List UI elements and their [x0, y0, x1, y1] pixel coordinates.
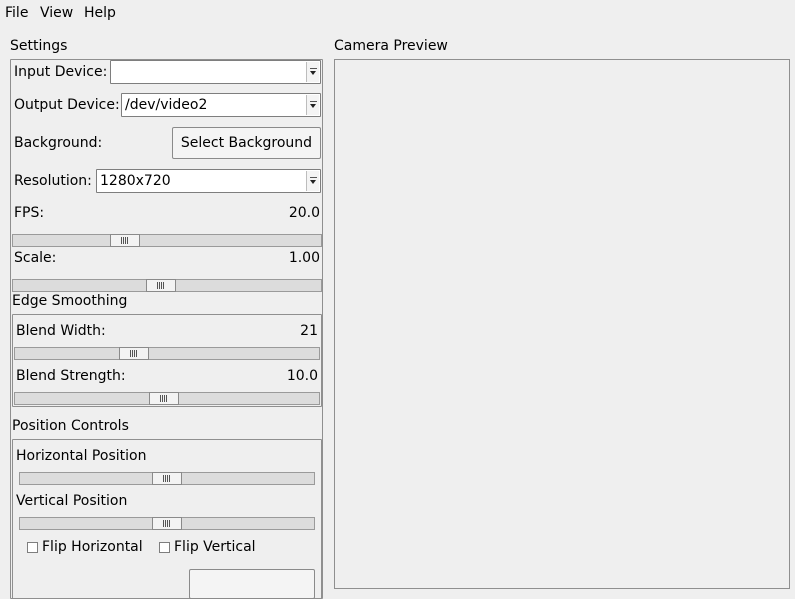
blend-width-slider-handle[interactable]	[119, 347, 149, 360]
scale-value: 1.00	[288, 250, 320, 266]
grip-icon	[163, 520, 171, 527]
output-device-value: /dev/video2	[125, 97, 208, 113]
vertical-position-slider[interactable]	[19, 517, 315, 530]
position-controls-title: Position Controls	[12, 418, 129, 434]
grip-icon	[130, 350, 138, 357]
horizontal-position-label: Horizontal Position	[16, 448, 147, 464]
grip-icon	[160, 395, 168, 402]
chevron-down-icon[interactable]	[306, 62, 319, 82]
input-device-combo[interactable]	[110, 60, 321, 84]
blend-strength-label: Blend Strength:	[16, 368, 126, 384]
grip-icon	[121, 237, 129, 244]
menu-file[interactable]: File	[5, 5, 28, 21]
resolution-combo[interactable]: 1280x720	[96, 169, 321, 193]
scale-slider-handle[interactable]	[146, 279, 176, 292]
scale-slider[interactable]	[12, 279, 322, 292]
horizontal-position-slider-handle[interactable]	[152, 472, 182, 485]
menu-bar: File View Help	[0, 0, 795, 26]
menu-help[interactable]: Help	[84, 5, 116, 21]
flip-vertical-label[interactable]: Flip Vertical	[174, 539, 256, 555]
resolution-value: 1280x720	[100, 173, 171, 189]
resolution-label: Resolution:	[14, 173, 92, 189]
fps-value: 20.0	[288, 205, 320, 221]
position-action-button[interactable]	[189, 569, 315, 599]
flip-vertical-checkbox[interactable]	[159, 542, 170, 553]
fps-label: FPS:	[14, 205, 45, 221]
output-device-label: Output Device:	[14, 97, 120, 113]
camera-preview-title: Camera Preview	[334, 38, 448, 54]
select-background-button[interactable]: Select Background	[172, 127, 321, 159]
menu-view[interactable]: View	[40, 5, 73, 21]
flip-horizontal-checkbox[interactable]	[27, 542, 38, 553]
blend-strength-value: 10.0	[286, 368, 318, 384]
chevron-down-icon[interactable]	[306, 95, 319, 115]
chevron-down-icon[interactable]	[306, 171, 319, 191]
fps-slider[interactable]	[12, 234, 322, 247]
blend-width-value: 21	[300, 323, 318, 339]
grip-icon	[163, 475, 171, 482]
flip-horizontal-label[interactable]: Flip Horizontal	[42, 539, 143, 555]
vertical-position-label: Vertical Position	[16, 493, 128, 509]
select-background-label: Select Background	[180, 135, 313, 151]
fps-slider-handle[interactable]	[110, 234, 140, 247]
blend-strength-slider-handle[interactable]	[149, 392, 179, 405]
input-device-label: Input Device:	[14, 64, 108, 80]
horizontal-position-slider[interactable]	[19, 472, 315, 485]
output-device-combo[interactable]: /dev/video2	[121, 93, 321, 117]
blend-strength-slider[interactable]	[14, 392, 320, 405]
camera-preview-area	[334, 59, 790, 589]
edge-smoothing-title: Edge Smoothing	[12, 293, 128, 309]
blend-width-label: Blend Width:	[16, 323, 106, 339]
background-label: Background:	[14, 135, 103, 151]
vertical-position-slider-handle[interactable]	[152, 517, 182, 530]
scale-label: Scale:	[14, 250, 57, 266]
grip-icon	[157, 282, 165, 289]
blend-width-slider[interactable]	[14, 347, 320, 360]
settings-title: Settings	[10, 38, 68, 54]
